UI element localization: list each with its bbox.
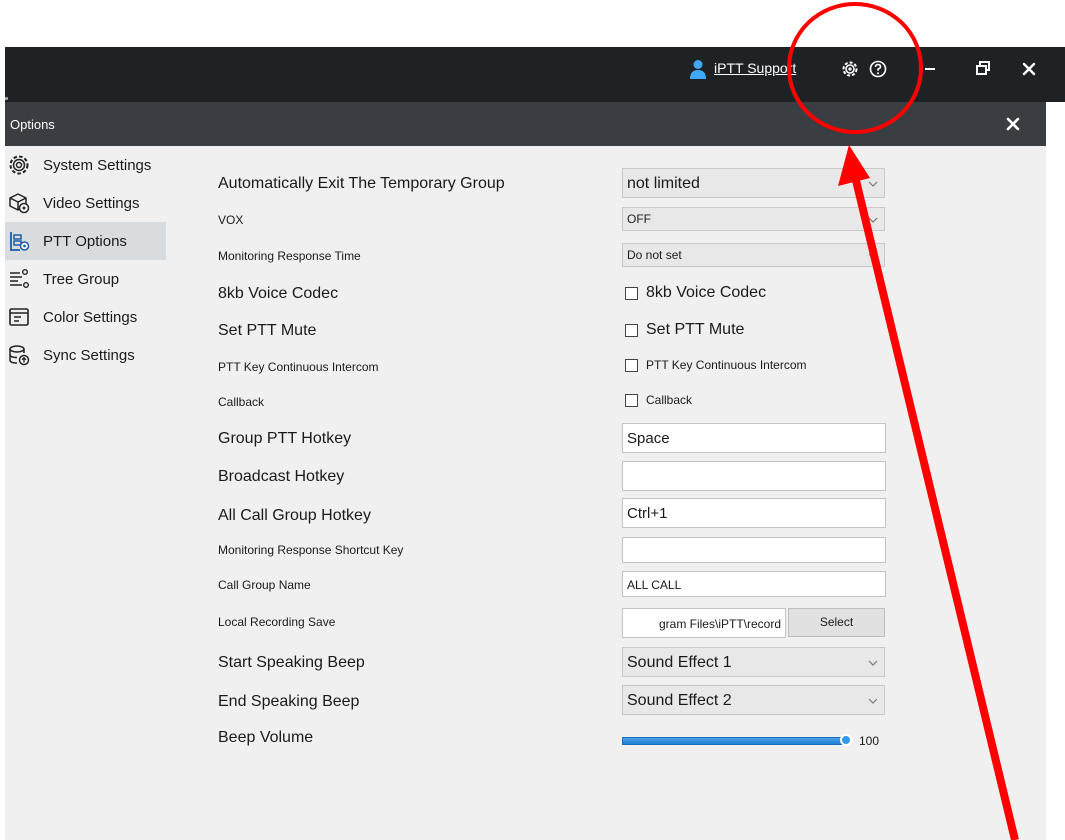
sidebar-item-label: Tree Group bbox=[43, 271, 120, 288]
chevron-down-icon bbox=[868, 181, 878, 187]
monitoring-response-time-select[interactable]: Do not set bbox=[622, 243, 885, 267]
ptt-mute-checkbox[interactable]: Set PTT Mute bbox=[625, 321, 744, 339]
end-beep-value: Sound Effect 2 bbox=[627, 692, 732, 709]
sidebar-item-label: Video Settings bbox=[43, 195, 140, 212]
dialog-close-icon[interactable] bbox=[1004, 115, 1022, 133]
ptt-continuous-label: PTT Key Continuous Intercom bbox=[218, 360, 379, 374]
group-ptt-hotkey-input[interactable]: Space bbox=[622, 423, 886, 453]
all-call-hotkey-input[interactable]: Ctrl+1 bbox=[622, 498, 886, 528]
gear-icon[interactable] bbox=[841, 60, 859, 78]
sidebar-item-ptt-options[interactable]: PTT Options bbox=[5, 222, 166, 260]
monitoring-shortcut-input[interactable] bbox=[622, 537, 886, 563]
beep-volume-label: Beep Volume bbox=[218, 729, 314, 746]
chevron-down-icon bbox=[868, 217, 878, 223]
dialog-title: Options bbox=[10, 117, 55, 132]
beep-volume-value: 100 bbox=[859, 734, 880, 748]
callback-checkbox-label: Callback bbox=[646, 393, 693, 407]
monitoring-response-time-label: Monitoring Response Time bbox=[218, 249, 361, 263]
help-icon[interactable] bbox=[869, 60, 887, 78]
ptt-mute-label: Set PTT Mute bbox=[218, 322, 317, 339]
local-recording-path-value: gram Files\iPTT\record bbox=[658, 617, 781, 631]
checkbox-box[interactable] bbox=[625, 358, 638, 372]
user-icon bbox=[690, 60, 706, 79]
start-beep-select[interactable]: Sound Effect 1 bbox=[622, 647, 885, 677]
group-ptt-hotkey-label: Group PTT Hotkey bbox=[218, 430, 352, 447]
call-group-name-label: Call Group Name bbox=[218, 578, 311, 592]
call-group-name-input[interactable]: ALL CALL bbox=[622, 571, 886, 597]
sync-settings-icon bbox=[9, 345, 30, 366]
color-settings-icon bbox=[9, 308, 29, 326]
sidebar-item-sync-settings[interactable]: Sync Settings bbox=[5, 336, 166, 374]
callback-checkbox[interactable]: Callback bbox=[625, 393, 692, 407]
checkbox-box[interactable] bbox=[625, 323, 638, 337]
vox-label: VOX bbox=[218, 213, 244, 227]
video-settings-icon bbox=[9, 193, 30, 214]
options-dialog: Options System Settings Video Settings P… bbox=[5, 102, 1046, 840]
chevron-down-icon bbox=[868, 698, 878, 704]
end-beep-label: End Speaking Beep bbox=[218, 693, 360, 710]
all-call-hotkey-label: All Call Group Hotkey bbox=[218, 507, 371, 524]
ptt-mute-checkbox-label: Set PTT Mute bbox=[646, 321, 745, 338]
checkbox-box[interactable] bbox=[625, 286, 638, 300]
start-beep-label: Start Speaking Beep bbox=[218, 654, 365, 671]
voice-codec-checkbox-label: 8kb Voice Codec bbox=[646, 284, 767, 301]
close-icon[interactable] bbox=[1021, 61, 1037, 77]
start-beep-value: Sound Effect 1 bbox=[627, 654, 732, 671]
vox-value: OFF bbox=[627, 212, 651, 226]
beep-volume-slider-thumb[interactable] bbox=[840, 734, 852, 746]
exit-temp-group-value: not limited bbox=[627, 175, 700, 192]
beep-volume-slider-track[interactable] bbox=[622, 737, 845, 745]
ptt-continuous-checkbox-label: PTT Key Continuous Intercom bbox=[646, 358, 807, 372]
chevron-down-icon bbox=[868, 253, 878, 259]
local-recording-label: Local Recording Save bbox=[218, 615, 336, 629]
broadcast-hotkey-label: Broadcast Hotkey bbox=[218, 468, 345, 485]
end-beep-select[interactable]: Sound Effect 2 bbox=[622, 685, 885, 715]
ptt-options-icon bbox=[10, 232, 30, 251]
checkbox-box[interactable] bbox=[625, 393, 638, 407]
voice-codec-checkbox[interactable]: 8kb Voice Codec bbox=[625, 284, 766, 302]
exit-temp-group-label: Automatically Exit The Temporary Group bbox=[218, 175, 505, 192]
support-link[interactable]: iPTT Support bbox=[714, 60, 796, 76]
callback-label: Callback bbox=[218, 395, 265, 409]
call-group-name-value: ALL CALL bbox=[627, 578, 682, 592]
voice-codec-label: 8kb Voice Codec bbox=[218, 285, 339, 302]
exit-temp-group-select[interactable]: not limited bbox=[622, 168, 885, 198]
monitoring-response-time-value: Do not set bbox=[627, 248, 682, 262]
monitoring-shortcut-label: Monitoring Response Shortcut Key bbox=[218, 543, 404, 557]
sidebar-item-label: Sync Settings bbox=[43, 347, 135, 364]
group-ptt-hotkey-value: Space bbox=[627, 430, 670, 447]
vox-select[interactable]: OFF bbox=[622, 207, 885, 231]
sidebar-item-label: Color Settings bbox=[43, 309, 138, 326]
window-edge bbox=[1046, 126, 1065, 840]
dialog-title-bar: Options bbox=[5, 102, 1046, 146]
ptt-continuous-checkbox[interactable]: PTT Key Continuous Intercom bbox=[625, 358, 807, 372]
app-title-bar: iPTT Support bbox=[5, 47, 1065, 102]
sidebar-item-color-settings[interactable]: Color Settings bbox=[5, 298, 166, 336]
broadcast-hotkey-input[interactable] bbox=[622, 461, 886, 491]
local-recording-path-input[interactable]: gram Files\iPTT\record bbox=[622, 608, 786, 638]
all-call-hotkey-value: Ctrl+1 bbox=[627, 505, 668, 522]
gear-icon bbox=[9, 155, 29, 175]
select-folder-button[interactable]: Select bbox=[788, 608, 885, 637]
tree-group-icon bbox=[10, 269, 29, 288]
minimize-icon[interactable] bbox=[925, 68, 935, 70]
restore-icon[interactable] bbox=[975, 60, 991, 76]
title-bar-mark bbox=[5, 97, 8, 100]
sidebar-item-system-settings[interactable]: System Settings bbox=[5, 146, 166, 184]
sidebar-item-label: PTT Options bbox=[43, 233, 127, 250]
chevron-down-icon bbox=[868, 660, 878, 666]
sidebar-item-label: System Settings bbox=[43, 157, 152, 174]
sidebar-item-tree-group[interactable]: Tree Group bbox=[5, 260, 166, 298]
sidebar-item-video-settings[interactable]: Video Settings bbox=[5, 184, 166, 222]
